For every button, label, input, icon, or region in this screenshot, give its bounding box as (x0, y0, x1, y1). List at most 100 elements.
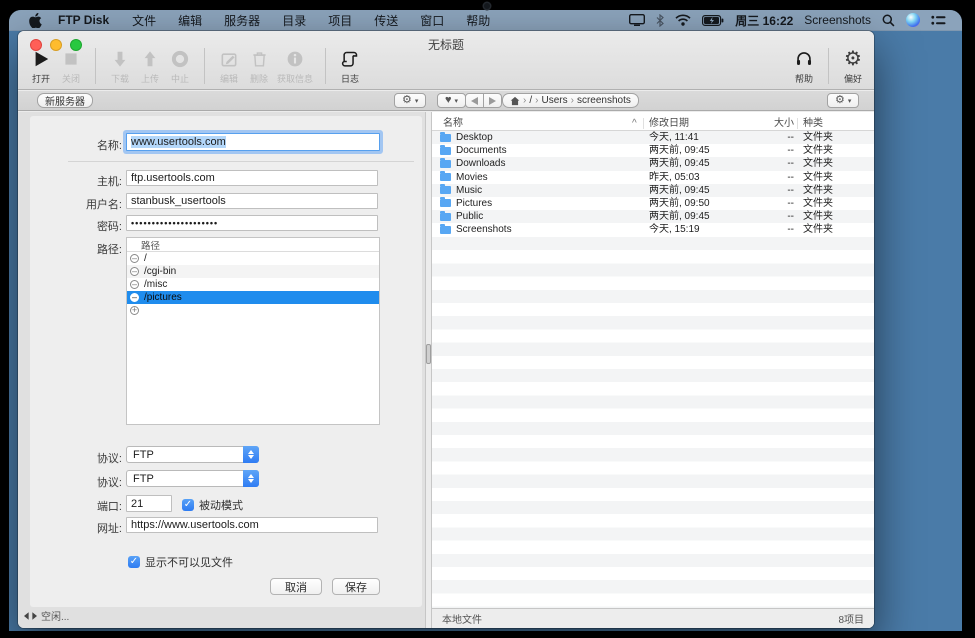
protocol2-label: 协议: (30, 474, 122, 490)
desktop: FTP Disk 文件 编辑 服务器 目录 项目 传送 窗口 帮助 周三 16:… (9, 10, 962, 631)
save-button[interactable]: 保存 (332, 578, 380, 595)
menu-window[interactable]: 窗口 (409, 12, 455, 29)
protocol1-label: 协议: (30, 450, 122, 466)
port-input[interactable]: 21 (126, 495, 172, 512)
path-row[interactable]: – /cgi-bin (127, 265, 379, 278)
info-icon (286, 47, 304, 71)
column-kind[interactable]: 种类 (803, 117, 823, 130)
idle-status: 空闲... (24, 608, 69, 623)
menu-transfer[interactable]: 传送 (363, 12, 409, 29)
menu-file[interactable]: 文件 (121, 12, 167, 29)
siri-icon[interactable] (906, 13, 920, 27)
folder-icon (440, 147, 451, 155)
notification-center-icon[interactable] (931, 15, 946, 26)
toolbar-log-button[interactable]: 日志 (335, 47, 365, 85)
spotlight-search-icon[interactable] (882, 14, 895, 27)
menu-app-name[interactable]: FTP Disk (56, 13, 121, 27)
folder-icon (440, 226, 451, 234)
toolbar-prefs-button[interactable]: ⚙ 偏好 (838, 47, 868, 85)
server-form-panel: 名称: www.usertools.com 主机: ftp.usertools.… (18, 112, 425, 628)
bluetooth-status-icon[interactable] (656, 14, 664, 27)
breadcrumb-current[interactable]: screenshots (577, 95, 631, 106)
right-action-menu-button[interactable]: ⚙ ▾ (827, 93, 859, 108)
column-name[interactable]: 名称 (443, 117, 463, 130)
protocol1-select[interactable]: FTP (126, 446, 259, 463)
remove-path-icon[interactable]: – (130, 293, 139, 302)
path-list[interactable]: 路径 – / – /cgi-bin – /misc (126, 237, 380, 425)
breadcrumb[interactable]: › / › Users › screenshots (502, 93, 639, 108)
toolbar-open-button[interactable]: 打开 (26, 47, 56, 85)
file-row[interactable]: Downloads 两天前, 09:45 -- 文件夹 (432, 157, 874, 170)
menu-screenshots-label[interactable]: Screenshots (804, 13, 871, 27)
forward-button[interactable] (484, 93, 502, 108)
menu-help[interactable]: 帮助 (455, 12, 501, 29)
add-path-icon[interactable]: + (130, 306, 139, 315)
left-action-menu-button[interactable]: ⚙ ▾ (394, 93, 426, 108)
path-row[interactable]: – / (127, 252, 379, 265)
username-input[interactable]: stanbusk_usertools (126, 193, 378, 209)
menu-clock[interactable]: 周三 16:22 (735, 12, 793, 29)
file-row[interactable]: Music 两天前, 09:45 -- 文件夹 (432, 184, 874, 197)
arrow-up-icon (141, 47, 159, 71)
breadcrumb-users[interactable]: Users (541, 95, 567, 106)
back-button[interactable] (465, 93, 484, 108)
path-row[interactable]: – /misc (127, 278, 379, 291)
menu-bar: FTP Disk 文件 编辑 服务器 目录 项目 传送 窗口 帮助 周三 16:… (9, 10, 962, 31)
passive-mode-option[interactable]: ✓ 被动模式 (182, 497, 243, 513)
splitter-grip-icon[interactable] (426, 344, 431, 364)
file-row[interactable]: Screenshots 今天, 15:19 -- 文件夹 (432, 223, 874, 236)
server-form: 名称: www.usertools.com 主机: ftp.usertools.… (30, 116, 422, 607)
protocol2-select[interactable]: FTP (126, 470, 259, 487)
apple-menu[interactable] (9, 13, 56, 28)
display-status-icon[interactable] (629, 14, 645, 26)
toolbar-help-button[interactable]: 帮助 (789, 47, 819, 85)
menu-item[interactable]: 项目 (317, 12, 363, 29)
edit-icon (220, 47, 238, 71)
folder-icon (440, 173, 451, 181)
panel-splitter[interactable] (425, 112, 432, 628)
title-bar[interactable]: 无标题 打开 关闭 下载 上传 (18, 31, 874, 90)
stepper-icon (243, 446, 259, 463)
remove-path-icon[interactable]: – (130, 280, 139, 289)
local-files-label: 本地文件 (442, 611, 482, 626)
menu-edit[interactable]: 编辑 (167, 12, 213, 29)
play-icon (32, 47, 50, 71)
form-separator (68, 161, 414, 162)
toolbar-getinfo-button: 获取信息 (274, 47, 316, 85)
stop-ring-icon (171, 47, 189, 71)
file-row[interactable]: Documents 两天前, 09:45 -- 文件夹 (432, 144, 874, 157)
column-size[interactable]: 大小 (752, 117, 794, 130)
file-row[interactable]: Pictures 两天前, 09:50 -- 文件夹 (432, 197, 874, 210)
passive-mode-checkbox[interactable]: ✓ (182, 499, 194, 511)
new-server-button[interactable]: 新服务器 (37, 93, 93, 108)
battery-status-icon[interactable] (702, 15, 724, 26)
toolbar-separator (204, 48, 205, 84)
column-date[interactable]: 修改日期 (649, 117, 689, 130)
add-path-row[interactable]: + (127, 304, 379, 317)
show-invisible-checkbox[interactable]: ✓ (128, 556, 140, 568)
cancel-button[interactable]: 取消 (270, 578, 322, 595)
transfer-arrows-icon (24, 612, 37, 620)
favorites-menu-button[interactable]: ♥ ▾ (437, 93, 466, 108)
column-divider[interactable] (643, 118, 644, 129)
menu-directory[interactable]: 目录 (271, 12, 317, 29)
show-invisible-option[interactable]: ✓ 显示不可以见文件 (128, 554, 233, 570)
host-input[interactable]: ftp.usertools.com (126, 170, 378, 186)
remove-path-icon[interactable]: – (130, 254, 139, 263)
menu-server[interactable]: 服务器 (213, 12, 271, 29)
remove-path-icon[interactable]: – (130, 267, 139, 276)
column-divider[interactable] (797, 118, 798, 129)
port-label: 端口: (30, 498, 122, 514)
gear-icon: ⚙ (402, 95, 412, 106)
camera-icon (484, 3, 490, 9)
wifi-status-icon[interactable] (675, 14, 691, 26)
file-row[interactable]: Public 两天前, 09:45 -- 文件夹 (432, 210, 874, 223)
name-input[interactable]: www.usertools.com (126, 133, 380, 151)
file-list-header[interactable]: 名称 ^ 修改日期 大小 种类 (432, 117, 874, 131)
file-row[interactable]: Desktop 今天, 11:41 -- 文件夹 (432, 131, 874, 144)
url-input[interactable]: https://www.usertools.com (126, 517, 378, 533)
password-input[interactable]: ••••••••••••••••••••• (126, 215, 378, 231)
heart-icon: ♥ (445, 95, 452, 106)
file-row[interactable]: Movies 昨天, 05:03 -- 文件夹 (432, 171, 874, 184)
path-row-selected[interactable]: – /pictures (127, 291, 379, 304)
